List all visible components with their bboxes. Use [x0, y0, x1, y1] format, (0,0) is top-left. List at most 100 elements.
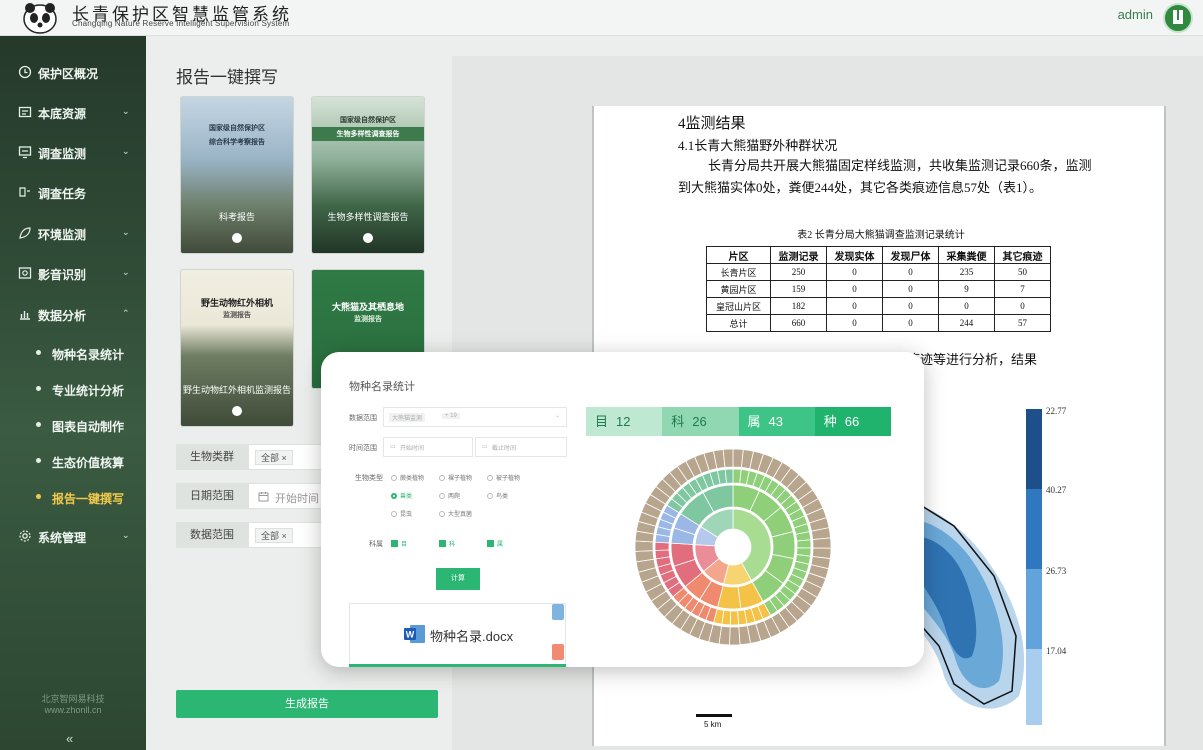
generate-report-button[interactable]: 生成报告 [176, 690, 438, 718]
app-subtitle: Changqing Nature Reserve Intelligent Sup… [72, 19, 290, 28]
clock-icon [18, 65, 32, 79]
radio-angiosperm[interactable]: 被子植物 [487, 473, 520, 482]
calculate-button[interactable]: 计算 [436, 568, 480, 590]
checkbox-order[interactable]: 目 [391, 539, 407, 548]
sunburst-label-segment [812, 537, 832, 549]
chevron-down-icon: ⌄ [122, 267, 130, 277]
sidebar: 保护区概况 本底资源 ⌄ 调查监测 ⌄ 调查任务 环境监测 ⌄ 影音识别 ⌄ 数… [0, 36, 146, 750]
delete-file-icon[interactable] [552, 644, 564, 660]
word-file-icon: W [404, 625, 425, 643]
table-cell: 0 [826, 314, 883, 332]
table-cell: 7 [994, 280, 1051, 298]
panda-logo-icon [23, 3, 57, 34]
sidebar-item-system[interactable]: 系统管理 ⌄ [0, 522, 146, 550]
sidebar-item-overview[interactable]: 保护区概况 [0, 58, 146, 86]
sunburst-genus-segment [654, 541, 670, 551]
calendar-icon: ▭ [482, 444, 488, 450]
sunburst-genus-segment [724, 468, 734, 484]
sidebar-item-resources[interactable]: 本底资源 ⌄ [0, 98, 146, 126]
radio-fern[interactable]: 蕨类植物 [391, 473, 424, 482]
table-cell: 0 [882, 314, 939, 332]
collapse-sidebar-button[interactable]: « [66, 731, 73, 746]
select-radio[interactable] [232, 406, 242, 416]
table-cell: 0 [882, 297, 939, 315]
checkbox-family[interactable]: 科 [439, 539, 455, 548]
popup-title: 物种名录统计 [349, 381, 415, 393]
task-icon [19, 187, 30, 197]
sidebar-item-tasks[interactable]: 调查任务 [0, 178, 146, 206]
checkbox-genus[interactable]: 属 [487, 539, 503, 548]
avatar[interactable] [1163, 3, 1193, 33]
species-tag[interactable]: 全部 × [255, 450, 293, 465]
table-header-cell: 监测记录 [770, 246, 827, 264]
page-title: 报告一键撰写 [176, 68, 278, 87]
table-cell: 0 [994, 297, 1051, 315]
report-card-survey[interactable]: 国家级自然保护区 综合科学考察报告 科考报告 [180, 96, 294, 254]
calendar-icon [258, 492, 269, 502]
colorbar-label: 26.73 [1046, 566, 1067, 576]
doc-table-caption: 表2 长青分局大熊猫调查监测记录统计 [797, 230, 965, 241]
table-row: 总计 660 0 0 244 57 [706, 314, 1051, 332]
radio-mammal[interactable]: 兽类 [391, 491, 412, 500]
table-row: 长青片区 250 0 0 235 50 [706, 263, 1051, 281]
species-group-label: 生物类群 [176, 444, 248, 470]
sidebar-item-environment[interactable]: 环境监测 ⌄ [0, 219, 146, 247]
map-scale-label: 5 km [704, 720, 722, 729]
report-label: 科考报告 [218, 212, 255, 222]
close-icon: × [281, 453, 287, 463]
species-stats-popup: 物种名录统计 数据范围 大熊猫监测 + 19 ⌄ 时间范围 ▭ 开始时间 ▭ 截… [321, 352, 924, 667]
table-cell: 182 [770, 297, 827, 315]
resource-icon [18, 106, 32, 118]
select-radio[interactable] [232, 233, 242, 243]
select-radio[interactable] [363, 233, 373, 243]
data-range-label: 数据范围 [176, 522, 248, 548]
map-scale-bar [696, 714, 732, 717]
sidebar-subitem-statistics[interactable]: 专业统计分析 [0, 377, 146, 401]
doc-heading-1: 4监测结果 [678, 116, 746, 132]
table-cell: 244 [938, 314, 995, 332]
sidebar-item-analysis[interactable]: 数据分析 ⌃ [0, 300, 146, 328]
sunburst-genus-segment [796, 539, 812, 549]
popup-data-range-select[interactable]: 大熊猫监测 + 19 ⌄ [383, 407, 567, 427]
report-card-biodiversity[interactable]: 国家级自然保护区 生物多样性调查报告 生物多样性调查报告 [311, 96, 425, 254]
sidebar-item-survey[interactable]: 调查监测 ⌄ [0, 138, 146, 166]
sidebar-subitem-eco-value[interactable]: 生态价值核算 [0, 449, 146, 473]
table-header-cell: 其它痕迹 [994, 246, 1051, 264]
app-header: 长青保护区智慧监管系统 Changqing Nature Reserve Int… [0, 0, 1203, 36]
table-cell: 黄园片区 [706, 280, 771, 298]
stat-1: 科 26 [662, 407, 739, 436]
table-cell: 0 [826, 297, 883, 315]
table-cell: 660 [770, 314, 827, 332]
radio-amphibian[interactable]: 两爬 [439, 491, 460, 500]
sidebar-subitem-report[interactable]: 报告一键撰写 [0, 485, 146, 509]
radio-bird[interactable]: 鸟类 [487, 491, 508, 500]
table-cell: 0 [882, 280, 939, 298]
table-cell: 235 [938, 263, 995, 281]
file-name: 物种名录.docx [430, 629, 514, 644]
table-header-cell: 发现尸体 [882, 246, 939, 264]
colorbar [1026, 409, 1042, 725]
table-row: 黄园片区 159 0 0 9 7 [706, 280, 1051, 298]
sidebar-item-media[interactable]: 影音识别 ⌄ [0, 259, 146, 287]
taxonomy-sunburst-chart [634, 448, 832, 646]
monitor-icon [18, 146, 32, 159]
username[interactable]: admin [1118, 7, 1153, 22]
radio-insect[interactable]: 昆虫 [391, 509, 412, 518]
view-file-button[interactable] [552, 604, 564, 620]
table-cell: 长青片区 [706, 263, 771, 281]
report-card-camera[interactable]: 野生动物红外相机 监测报告 野生动物红外相机监测报告 [180, 269, 294, 427]
popup-end-time-input[interactable]: ▭ 截止时间 [475, 437, 567, 457]
sidebar-subitem-species[interactable]: 物种名录统计 [0, 341, 146, 365]
popup-start-time-input[interactable]: ▭ 开始时间 [383, 437, 473, 457]
radio-fungi[interactable]: 大型真菌 [439, 509, 472, 518]
sunburst-label-segment [634, 540, 654, 552]
sunburst-genus-segment [729, 610, 740, 626]
sidebar-subitem-charts[interactable]: 图表自动制作 [0, 413, 146, 437]
data-tag[interactable]: 全部 × [255, 528, 293, 543]
output-file-card[interactable]: W 物种名录.docx [349, 603, 566, 667]
chevron-down-icon: ⌄ [122, 227, 130, 237]
sunburst-label-segment [729, 626, 741, 646]
doc-table: 片区 监测记录 发现实体 发现尸体 采集粪便 其它痕迹 长青片区 250 0 0 235 50 黄园片… [706, 246, 1051, 332]
radio-gymnosperm[interactable]: 裸子植物 [439, 473, 472, 482]
chevron-down-icon: ⌄ [122, 146, 130, 156]
